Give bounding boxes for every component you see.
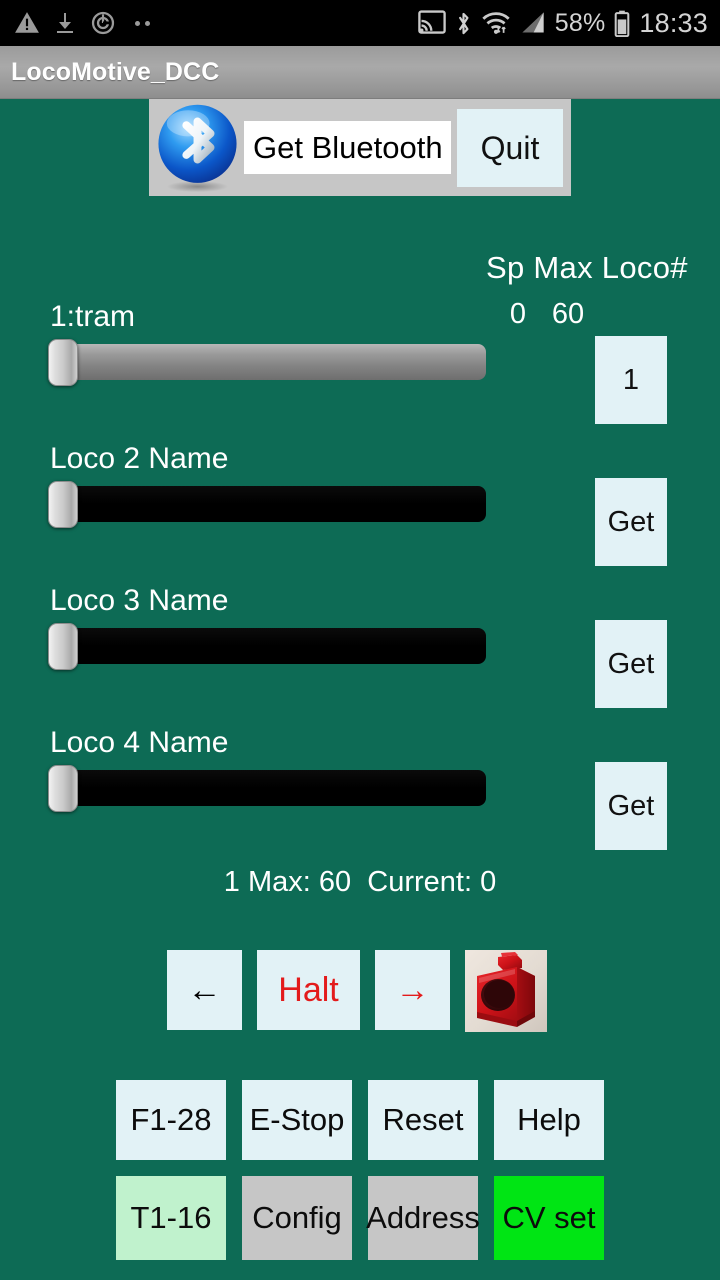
slider-track <box>60 770 486 806</box>
loco-speed-slider[interactable] <box>48 481 486 528</box>
app-title-bar: LocoMotive_DCC <box>0 46 720 99</box>
loco-status-line: 1 Max: 60 Current: 0 <box>223 866 497 898</box>
cellular-signal-icon <box>522 12 544 33</box>
speed-value-label: 0 <box>509 298 527 330</box>
clock-label: 18:33 <box>639 7 708 38</box>
power-timer-icon <box>91 11 115 35</box>
quit-button[interactable]: Quit <box>457 109 563 187</box>
halt-button[interactable]: Halt <box>257 950 360 1030</box>
loco-number-button[interactable]: 1 <box>595 336 667 424</box>
loco-get-button[interactable]: Get <box>595 478 667 566</box>
f1-28-button[interactable]: F1-28 <box>116 1080 226 1160</box>
bluetooth-icon <box>458 12 469 34</box>
red-tram-body-photo[interactable] <box>465 950 547 1032</box>
warning-triangle-icon <box>15 12 39 33</box>
slider-thumb[interactable] <box>48 481 78 528</box>
forward-button[interactable]: → <box>375 950 450 1030</box>
slider-track <box>60 344 486 380</box>
reset-button[interactable]: Reset <box>368 1080 478 1160</box>
loco-name-label: 1:tram <box>50 300 136 333</box>
more-dots-icon <box>135 20 150 26</box>
cv-set-button[interactable]: CV set <box>494 1176 604 1260</box>
slider-thumb[interactable] <box>48 339 78 386</box>
slider-track <box>60 628 486 664</box>
status-bar: 58% 18:33 <box>0 0 720 46</box>
e-stop-button[interactable]: E-Stop <box>242 1080 352 1160</box>
download-icon <box>57 13 73 33</box>
function-row-primary: F1-28 E-Stop Reset Help <box>0 1080 720 1160</box>
function-row-secondary: T1-16 Config Address CV set <box>0 1176 720 1260</box>
config-button[interactable]: Config <box>242 1176 352 1260</box>
slider-track <box>60 486 486 522</box>
loco-speed-slider[interactable] <box>48 765 486 812</box>
slider-thumb[interactable] <box>48 623 78 670</box>
max-value-label: 60 <box>551 298 585 330</box>
slider-thumb[interactable] <box>48 765 78 812</box>
column-header-label: Sp Max Loco# <box>486 250 688 285</box>
get-bluetooth-button[interactable]: Get Bluetooth <box>244 121 451 174</box>
loco-name-label: Loco 4 Name <box>50 726 229 759</box>
bluetooth-panel: Get Bluetooth Quit <box>149 99 571 196</box>
page-title: LocoMotive_DCC <box>11 57 220 86</box>
battery-icon <box>615 10 630 37</box>
reverse-button[interactable]: ← <box>167 950 242 1030</box>
app-screen: 58% 18:33 LocoMotive_DCC Get Bluetooth Q… <box>0 0 720 1280</box>
help-button[interactable]: Help <box>494 1080 604 1160</box>
t1-16-button[interactable]: T1-16 <box>116 1176 226 1260</box>
loco-name-label: Loco 3 Name <box>50 584 229 617</box>
bluetooth-logo-icon <box>158 104 237 193</box>
address-button[interactable]: Address <box>366 1176 480 1260</box>
battery-percent-label: 58% <box>554 8 606 37</box>
loco-speed-slider[interactable] <box>48 339 486 386</box>
loco-get-button[interactable]: Get <box>595 762 667 850</box>
status-bar-right-icons: 58% 18:33 <box>418 7 708 38</box>
loco-name-label: Loco 2 Name <box>50 442 229 475</box>
cast-icon <box>418 10 446 34</box>
direction-control-row: ← Halt → <box>167 950 547 1032</box>
loco-get-button[interactable]: Get <box>595 620 667 708</box>
wifi-icon <box>482 12 510 34</box>
loco-speed-slider[interactable] <box>48 623 486 670</box>
status-bar-left-icons <box>14 10 150 36</box>
